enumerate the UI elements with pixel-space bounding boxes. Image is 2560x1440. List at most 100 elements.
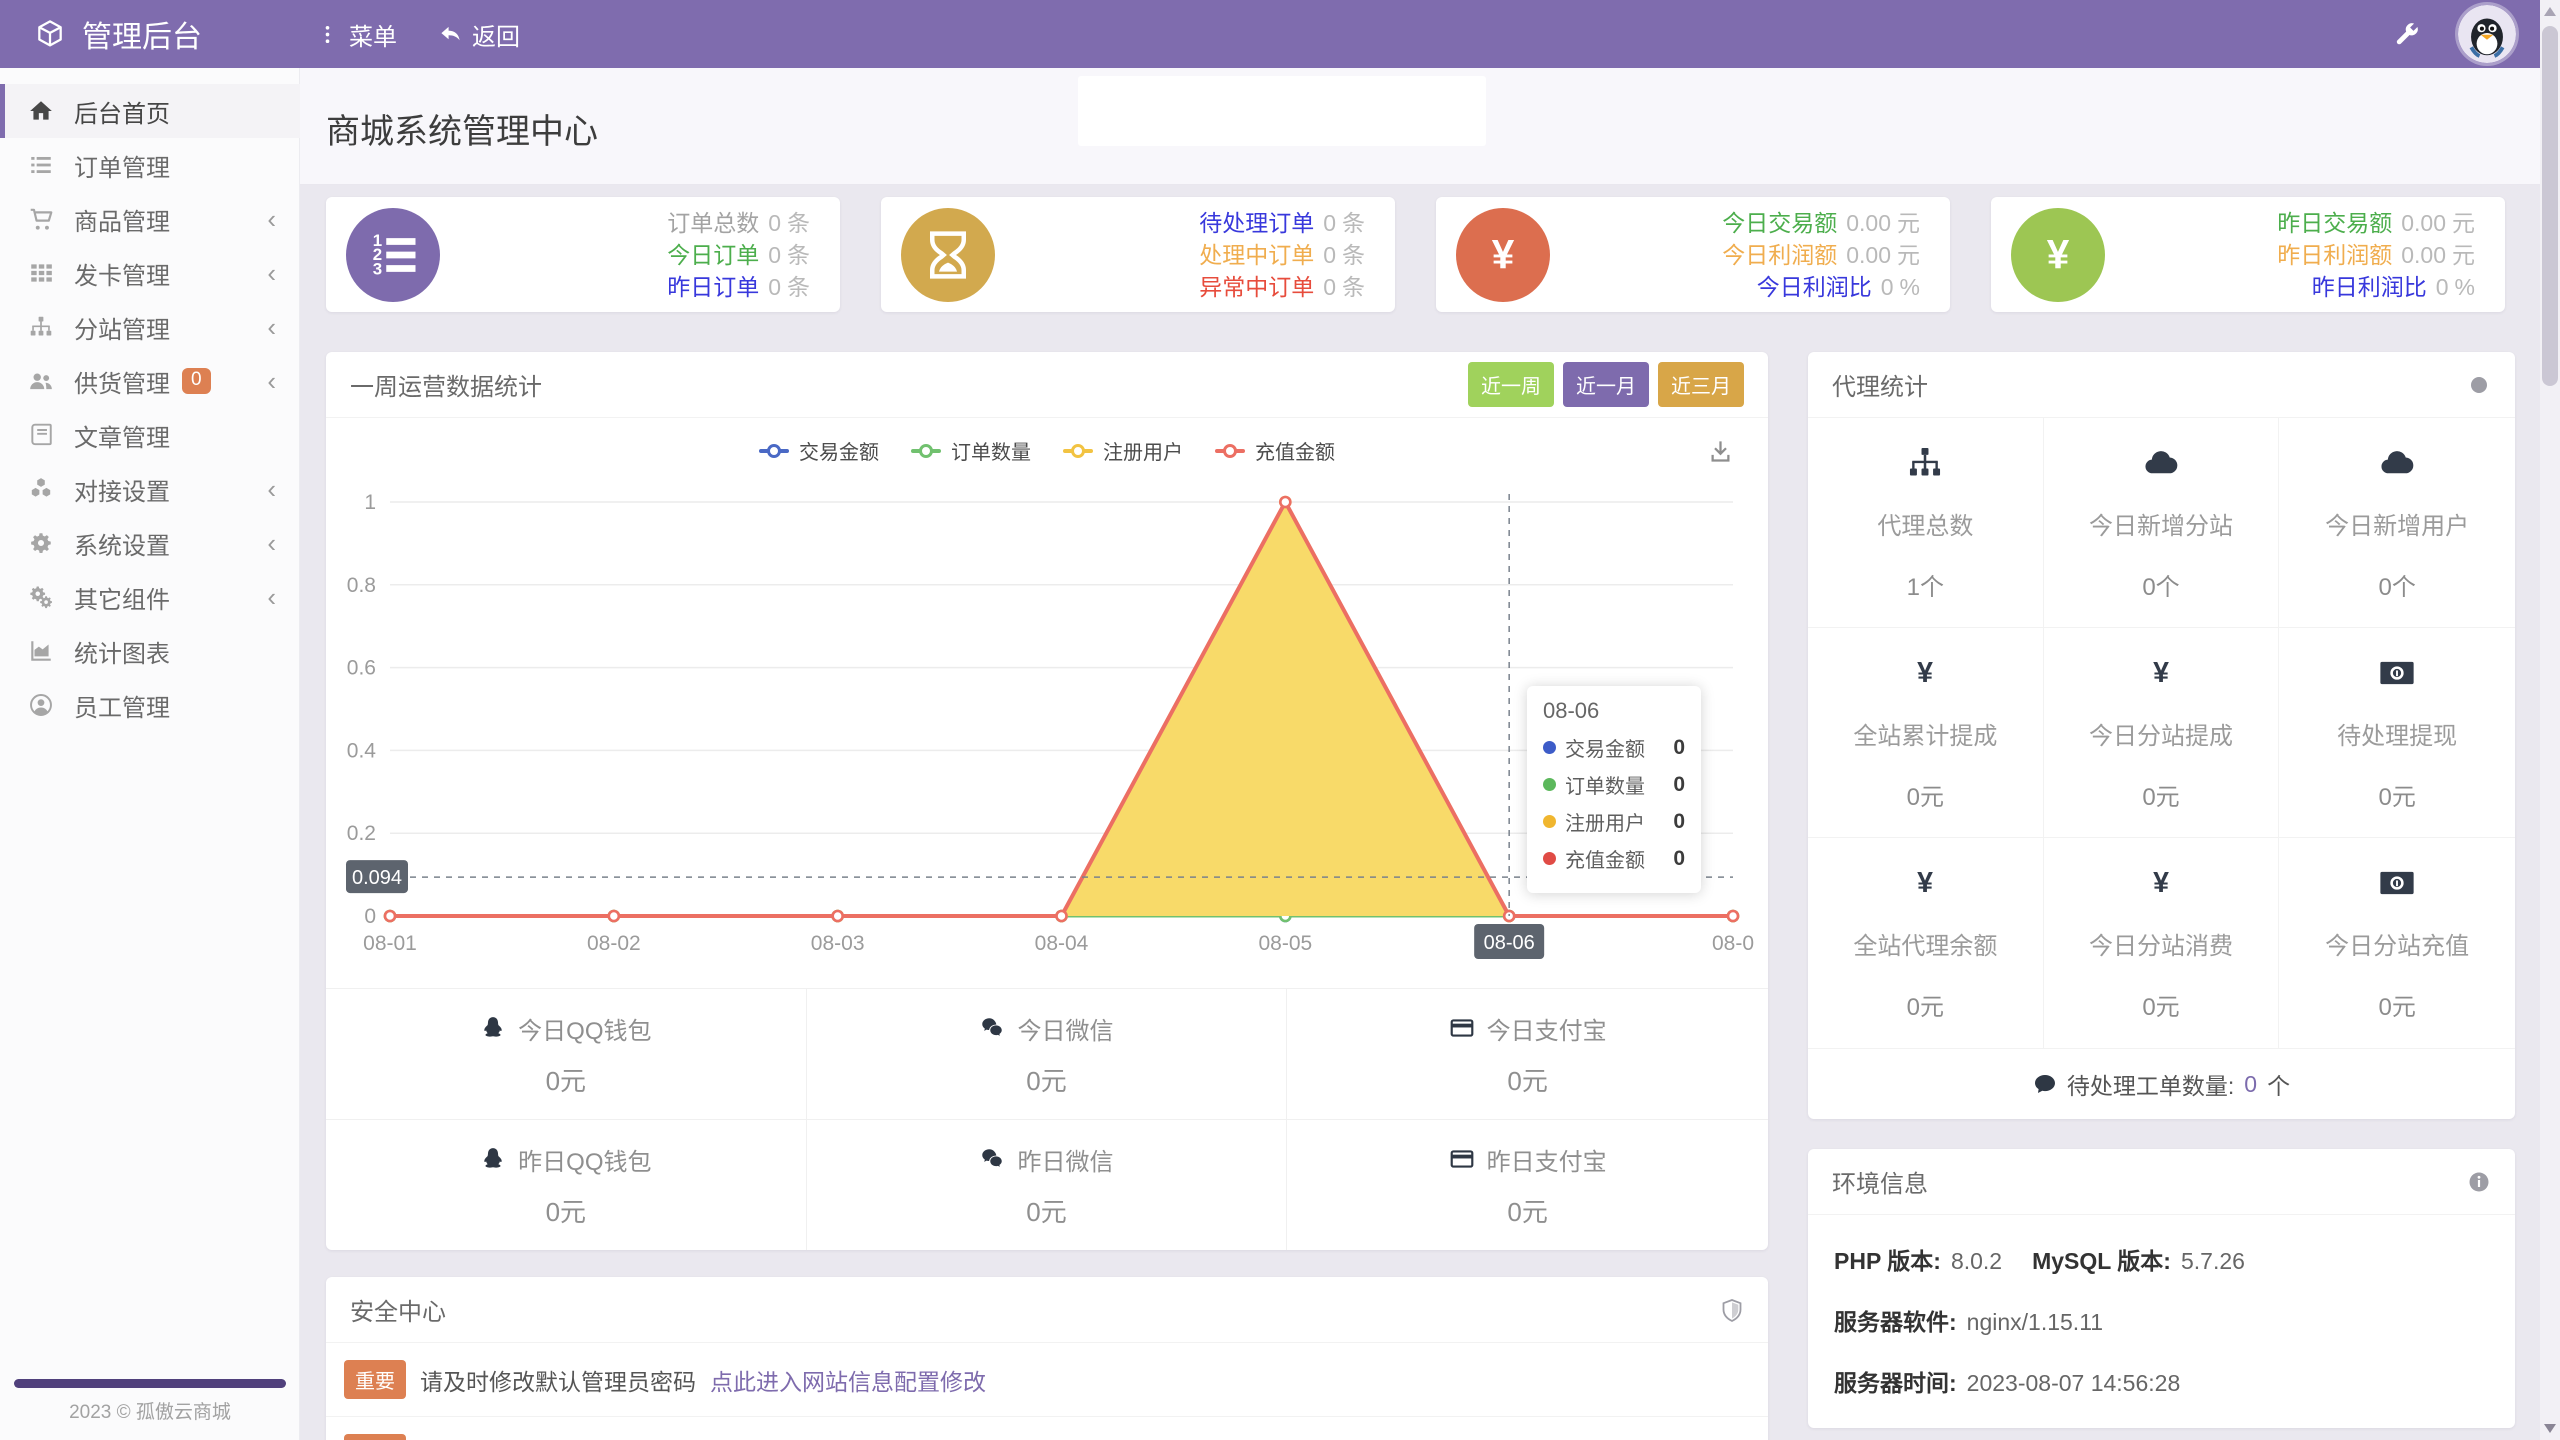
wallet-value: 0元 — [1507, 1061, 1547, 1098]
stat-value: 0 — [1881, 274, 1894, 300]
chevron-left-icon — [267, 530, 276, 556]
series-dot — [1543, 778, 1556, 791]
chevron-left-icon — [267, 260, 276, 286]
agent-stat-value: 0元 — [2378, 777, 2415, 812]
tooltip-series-name: 交易金额 — [1565, 733, 1645, 762]
range-button[interactable]: 近一周 — [1468, 362, 1554, 407]
stat-cards-row: 123 订单总数0条 今日订单0条 — [326, 197, 2515, 312]
sidebar-item[interactable]: 发卡管理 — [0, 246, 300, 300]
sidebar-item-label: 后台首页 — [74, 94, 170, 129]
stat-card-rows: 订单总数0条 今日订单0条 昨日订单0条 — [667, 207, 810, 303]
agent-stat: 代理总数 1个 — [1808, 418, 2044, 628]
sidebar-item[interactable]: 文章管理 — [0, 408, 300, 462]
menu-toggle[interactable]: 菜单 — [316, 17, 397, 52]
security-notice: 重要 请及时修改默认管理员密码 点此进入网站信息配置修改 — [326, 1343, 1768, 1417]
stat-card: ¥ 昨日交易额0.00元 昨日利润额0.00元 — [1991, 197, 2505, 312]
sidebar-item[interactable]: 统计图表 — [0, 624, 300, 678]
chart-tooltip: 08-06 交易金额 0 — [1527, 686, 1701, 893]
scroll-up-arrow[interactable] — [2544, 7, 2556, 16]
sidebar-item-icon — [28, 476, 54, 502]
stat-unit: 元 — [1897, 210, 1920, 236]
pending-tickets-value: 0 — [2244, 1071, 2257, 1098]
agent-stat-label: 今日新增用户 — [2325, 506, 2469, 541]
svg-text:¥: ¥ — [1492, 231, 1515, 277]
wallet-stat: 昨日支付宝 0元 — [1287, 1119, 1768, 1250]
range-button[interactable]: 近三月 — [1658, 362, 1744, 407]
stat-label: 昨日利润比 — [2312, 274, 2427, 300]
sidebar-item-label: 统计图表 — [74, 634, 170, 669]
notice-text: 请及时修改默认管理员密码 — [420, 1363, 696, 1397]
sidebar-item[interactable]: 系统设置 — [0, 516, 300, 570]
avatar[interactable] — [2458, 5, 2516, 63]
chevron-left-icon — [267, 476, 276, 502]
wallet-stat: 今日支付宝 0元 — [1287, 988, 1768, 1119]
stat-unit: 元 — [2452, 242, 2475, 268]
svg-text:08-06: 08-06 — [1484, 932, 1535, 954]
agent-stat-value: 0元 — [2142, 987, 2179, 1022]
legend-item[interactable]: 交易金额 — [759, 436, 879, 465]
tooltip-row: 交易金额 0 — [1543, 733, 1685, 762]
wrench-icon[interactable] — [2393, 21, 2420, 48]
stat-label: 今日利润额 — [1722, 242, 1837, 268]
legend-item[interactable]: 订单数量 — [911, 436, 1031, 465]
server-time-value: 2023-08-07 14:56:28 — [1967, 1370, 2181, 1396]
legend-label: 订单数量 — [951, 436, 1031, 465]
stat-value: 0 — [1323, 274, 1336, 300]
stat-value: 0.00 — [1846, 242, 1891, 268]
agent-stat-icon — [1906, 444, 1944, 482]
sidebar-item[interactable]: 分站管理 — [0, 300, 300, 354]
brand[interactable]: 管理后台 — [0, 12, 300, 56]
sidebar-item[interactable]: 后台首页 — [0, 84, 300, 138]
panel-title: 环境信息 — [1832, 1164, 1928, 1199]
stat-card: ¥ 今日交易额0.00元 今日利润额0.00元 — [1436, 197, 1950, 312]
stat-row: 待处理订单0条 — [1199, 207, 1365, 239]
agent-stats-grid: 代理总数 1个 今日新增分站 0个 — [1808, 418, 2515, 1048]
stat-label: 待处理订单 — [1199, 210, 1314, 236]
legend-item[interactable]: 充值金额 — [1215, 436, 1335, 465]
stat-value: 0 — [768, 210, 781, 236]
sidebar-item[interactable]: 订单管理 — [0, 138, 300, 192]
grip-dots-icon — [316, 23, 339, 46]
range-button[interactable]: 近一月 — [1563, 362, 1649, 407]
sidebar-item[interactable]: 其它组件 — [0, 570, 300, 624]
content: 123 订单总数0条 今日订单0条 — [300, 185, 2540, 1440]
stat-row: 订单总数0条 — [667, 207, 810, 239]
agent-stat: ¥ 全站累计提成 0元 — [1808, 628, 2044, 838]
stat-label: 今日订单 — [667, 242, 759, 268]
agent-stat-label: 今日新增分站 — [2089, 506, 2233, 541]
agent-stat-label: 今日分站消费 — [2089, 926, 2233, 961]
download-icon[interactable] — [1707, 438, 1734, 465]
stat-unit: % — [2455, 274, 2475, 300]
stat-value: 0 — [768, 274, 781, 300]
empty-dropdown-panel — [1078, 76, 1486, 146]
sidebar-item[interactable]: 对接设置 — [0, 462, 300, 516]
tooltip-series-name: 订单数量 — [1565, 770, 1645, 799]
agent-stat-icon — [2142, 444, 2180, 482]
legend-item[interactable]: 注册用户 — [1063, 436, 1183, 465]
tooltip-series-value: 0 — [1673, 847, 1685, 871]
agent-stat-value: 0元 — [1907, 987, 1944, 1022]
config-link[interactable]: 点此进入网站信息配置修改 — [710, 1363, 986, 1397]
sidebar-item-icon — [28, 98, 54, 124]
chevron-left-icon — [267, 314, 276, 340]
series-dot — [1543, 852, 1556, 865]
sidebar-item[interactable]: 员工管理 — [0, 678, 300, 732]
wallet-stat: 昨日QQ钱包 0元 — [326, 1119, 807, 1250]
wallet-stat: 今日微信 0元 — [807, 988, 1288, 1119]
svg-text:¥: ¥ — [2153, 657, 2169, 689]
php-version-value: 8.0.2 — [1951, 1248, 2002, 1274]
wallet-value: 0元 — [1026, 1192, 1066, 1229]
scroll-down-arrow[interactable] — [2544, 1424, 2556, 1433]
sidebar-item[interactable]: 商品管理 — [0, 192, 300, 246]
count-badge: 0 — [182, 368, 211, 394]
back-button[interactable]: 返回 — [439, 17, 520, 52]
stat-label: 今日交易额 — [1722, 210, 1837, 236]
agent-stat-label: 全站代理余额 — [1853, 926, 1997, 961]
agent-stat-label: 今日分站提成 — [2089, 716, 2233, 751]
sidebar-item[interactable]: 供货管理 0 — [0, 354, 300, 408]
stat-row: 昨日订单0条 — [667, 271, 810, 303]
stat-value: 0 — [1323, 242, 1336, 268]
stat-label: 今日利润比 — [1757, 274, 1872, 300]
sidebar-item-label: 系统设置 — [74, 526, 170, 561]
scroll-thumb[interactable] — [2542, 26, 2558, 386]
